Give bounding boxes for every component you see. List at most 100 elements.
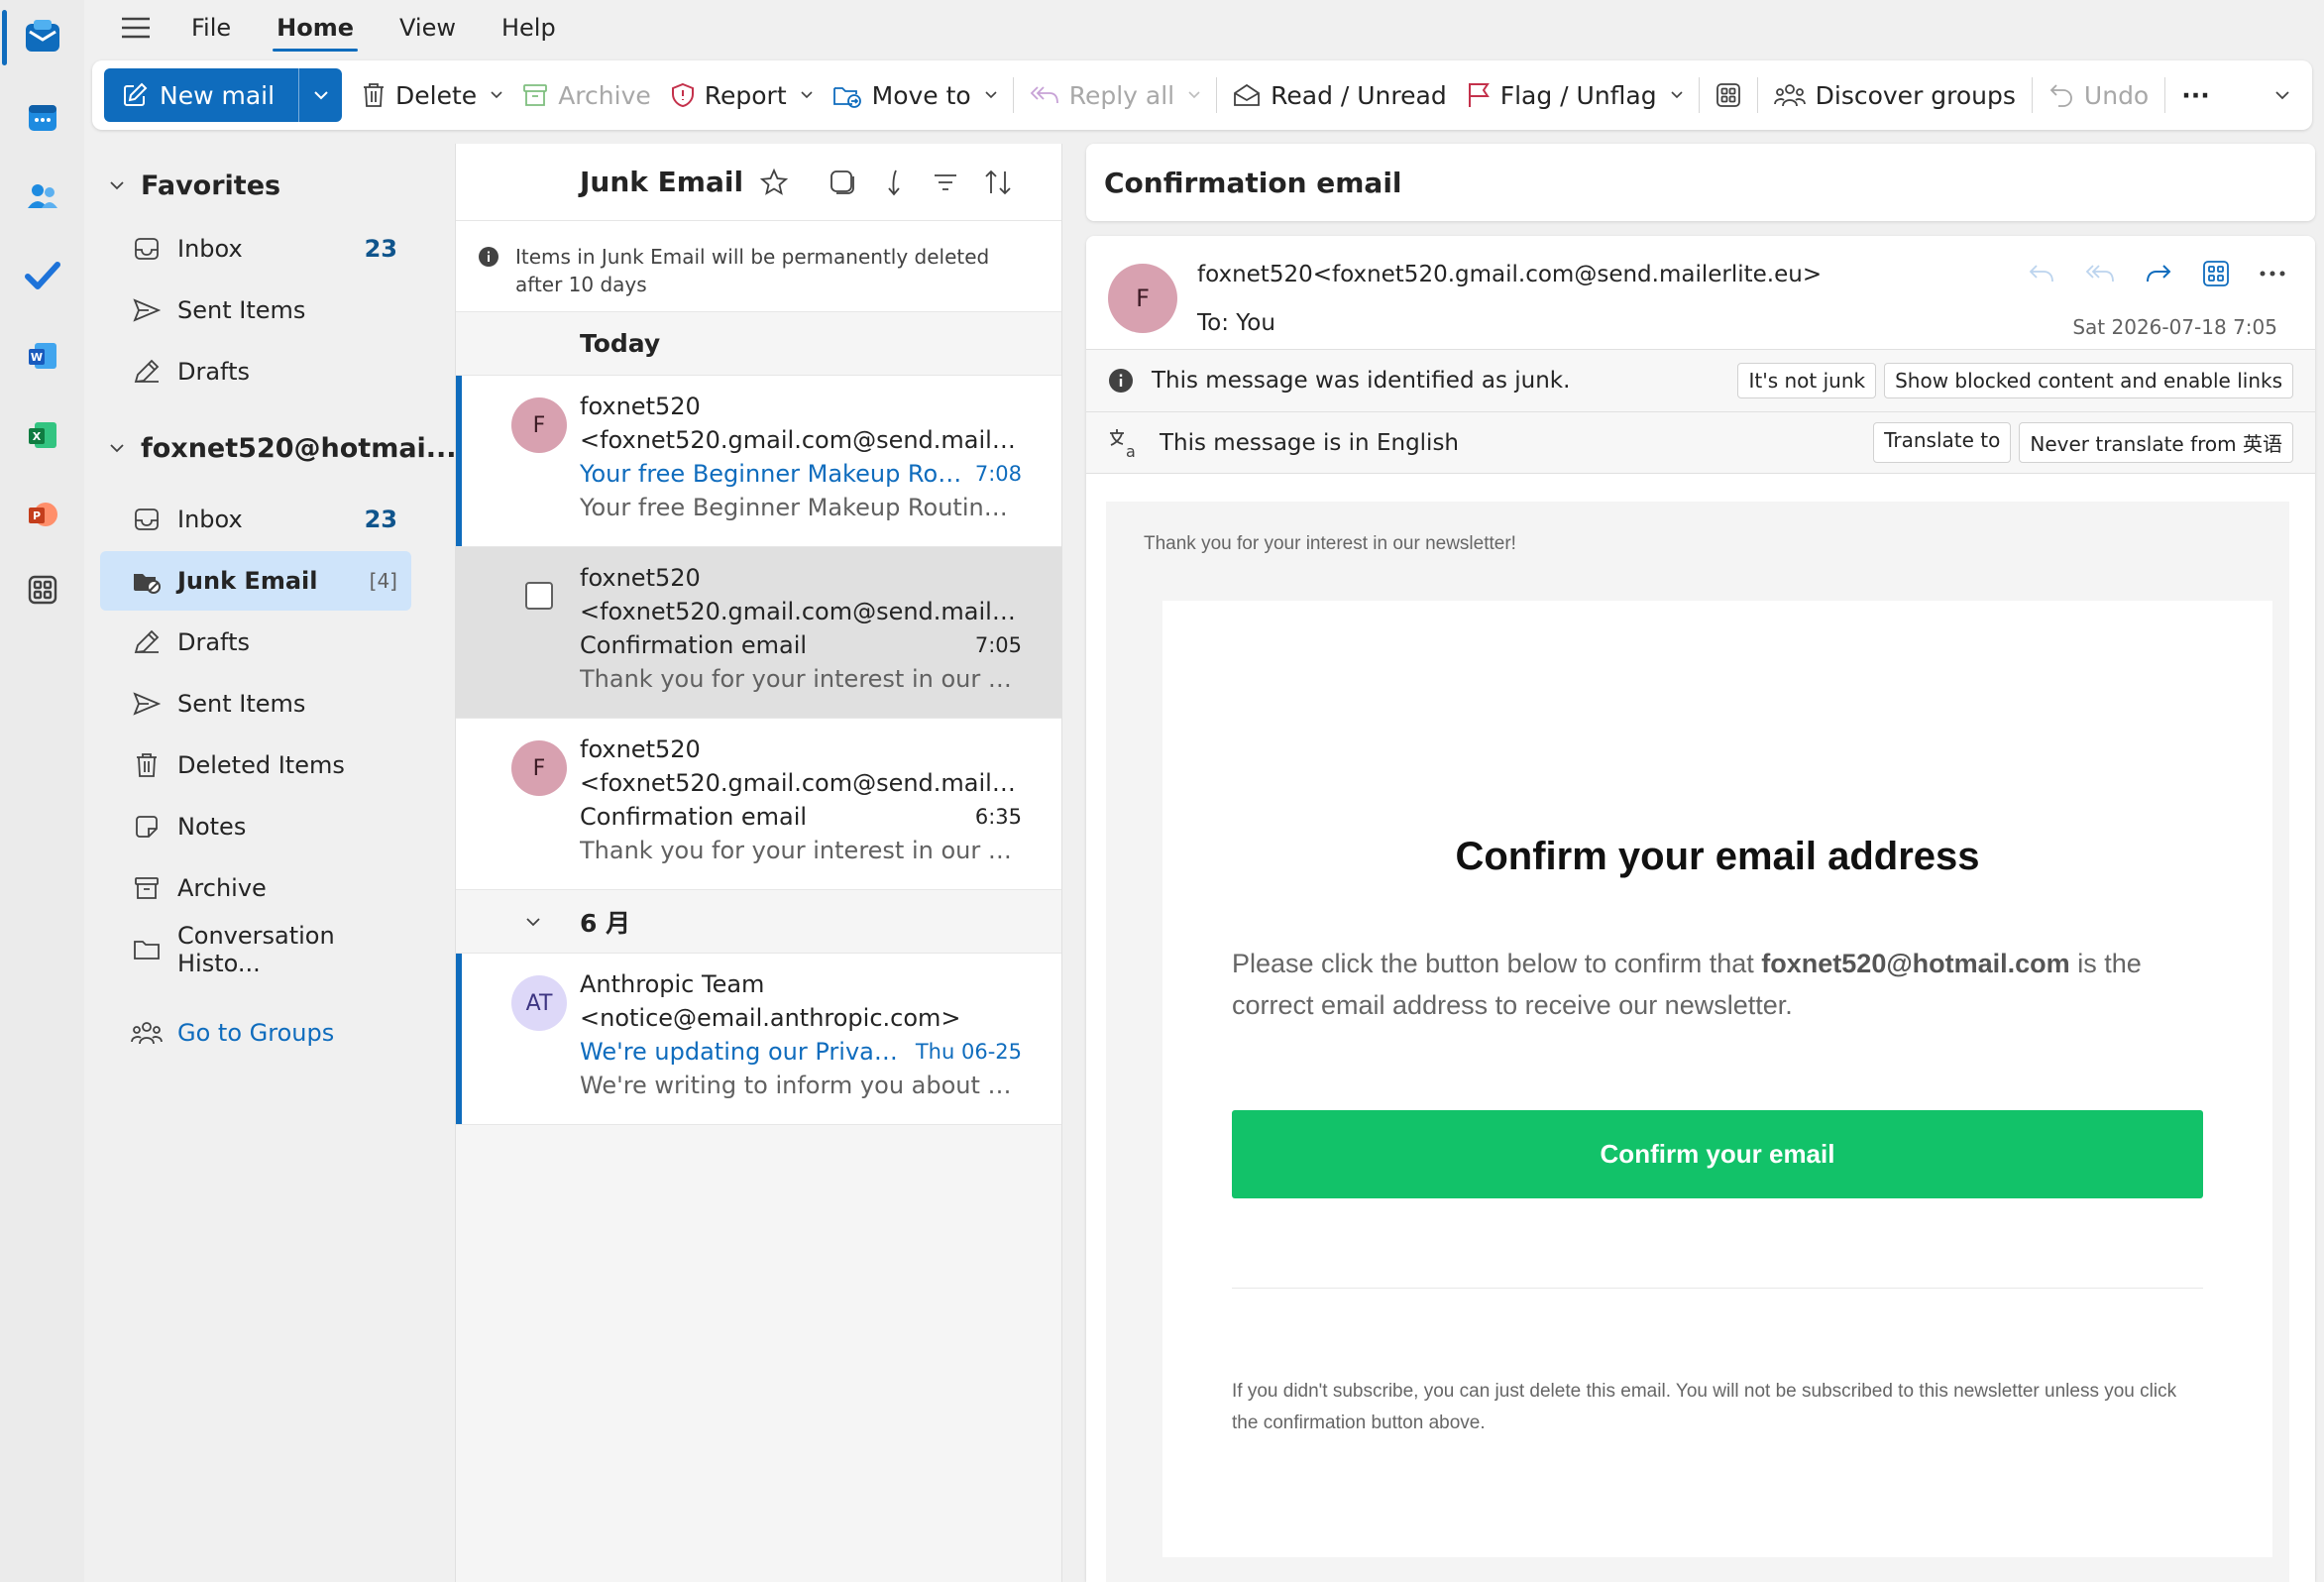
powerpoint-icon: P	[27, 499, 58, 530]
rail-powerpoint-button[interactable]: P	[8, 480, 77, 549]
discover-groups-button[interactable]: Discover groups	[1764, 68, 2026, 122]
menu-file[interactable]: File	[187, 4, 235, 52]
read-unread-label: Read / Unread	[1271, 80, 1447, 110]
rail-people-button[interactable]	[8, 162, 77, 231]
ribbon-separator	[2031, 77, 2033, 113]
message-checkbox[interactable]	[525, 582, 553, 610]
message-row[interactable]: AT Anthropic Team <notice@email.anthropi…	[456, 954, 1061, 1125]
drafts-icon	[130, 629, 164, 655]
message-row[interactable]: F foxnet520 <foxnet520.gmail.com@send.ma…	[456, 719, 1061, 890]
more-options-button[interactable]: ···	[2171, 68, 2220, 122]
reading-subject: Confirmation email	[1086, 144, 2315, 221]
apps-button[interactable]	[1706, 68, 1751, 122]
never-translate-button[interactable]: Never translate from 英语	[2019, 422, 2293, 463]
new-mail-dropdown[interactable]	[298, 68, 342, 122]
message-row[interactable]: foxnet520 <foxnet520.gmail.com@send.mail…	[456, 547, 1061, 719]
trash-icon	[130, 752, 164, 778]
chevron-down-icon	[1671, 91, 1683, 99]
rail-word-button[interactable]: W	[8, 321, 77, 391]
ribbon-separator	[1012, 77, 1014, 113]
calendar-icon	[27, 101, 58, 133]
hamburger-button[interactable]	[84, 0, 187, 56]
message-time: 6:35	[974, 805, 1022, 829]
people-icon	[26, 180, 59, 212]
account-deleted-items[interactable]: Deleted Items	[100, 735, 411, 795]
message-actions	[2028, 260, 2285, 287]
translate-banner: a This message is in English Translate t…	[1086, 411, 2315, 474]
reply-icon[interactable]	[2028, 263, 2055, 284]
menu-help[interactable]: Help	[498, 4, 560, 52]
select-mode-icon[interactable]	[829, 168, 856, 197]
groups-icon	[1773, 82, 1806, 108]
svg-text:a: a	[1126, 442, 1136, 459]
menu-home[interactable]: Home	[273, 4, 358, 52]
go-to-groups-link[interactable]: Go to Groups	[100, 1003, 411, 1063]
favorites-drafts[interactable]: Drafts	[100, 342, 411, 401]
rail-more-apps-button[interactable]	[8, 555, 77, 624]
rail-mail-button[interactable]	[8, 2, 77, 71]
rail-excel-button[interactable]: X	[8, 400, 77, 470]
favorites-sent-items[interactable]: Sent Items	[100, 281, 411, 340]
forward-icon[interactable]	[2145, 263, 2172, 284]
account-drafts[interactable]: Drafts	[100, 613, 411, 672]
account-conversation-history[interactable]: Conversation Histo...	[100, 920, 411, 979]
group-header-june[interactable]: 6 月	[456, 890, 1061, 954]
more-icon[interactable]	[2260, 271, 2285, 277]
archive-button[interactable]: Archive	[512, 68, 661, 122]
flag-unflag-button[interactable]: Flag / Unflag	[1457, 68, 1693, 122]
favorites-header[interactable]: Favorites	[109, 162, 280, 209]
sort-icon[interactable]	[983, 168, 1013, 197]
translate-button[interactable]: Translate to	[1873, 422, 2012, 463]
svg-text:W: W	[31, 351, 43, 364]
delete-label: Delete	[395, 80, 478, 110]
folder-label: Drafts	[177, 628, 250, 656]
menu-view[interactable]: View	[395, 4, 460, 52]
account-sent-items[interactable]: Sent Items	[100, 674, 411, 734]
account-junk-email[interactable]: Junk Email [4]	[100, 551, 411, 611]
message-sender: foxnet520	[580, 735, 701, 763]
message-list-header: Junk Email	[456, 144, 1061, 221]
chevron-down-icon	[801, 91, 813, 99]
message-row[interactable]: F foxnet520 <foxnet520.gmail.com@send.ma…	[456, 376, 1061, 547]
favorites-label: Favorites	[141, 170, 281, 201]
reply-all-button[interactable]: Reply all	[1020, 68, 1210, 122]
account-archive[interactable]: Archive	[100, 858, 411, 918]
junk-banner-text: This message was identified as junk.	[1152, 368, 1571, 394]
read-unread-button[interactable]: Read / Unread	[1223, 68, 1457, 122]
new-mail-button[interactable]: New mail	[104, 68, 298, 122]
note-icon	[130, 815, 164, 839]
ribbon-separator	[2164, 77, 2166, 113]
message-subject: We're updating our Privac...	[580, 1038, 906, 1066]
jump-to-icon[interactable]	[880, 168, 908, 197]
favorite-star-icon[interactable]	[759, 168, 789, 197]
svg-text:X: X	[33, 430, 42, 443]
delete-button[interactable]: Delete	[352, 68, 512, 122]
confirm-email-button[interactable]: Confirm your email	[1232, 1110, 2203, 1198]
account-header[interactable]: foxnet520@hotmai...	[109, 424, 457, 472]
favorites-inbox[interactable]: Inbox 23	[100, 219, 411, 279]
chevron-down-icon	[109, 443, 125, 453]
folder-label: Sent Items	[177, 690, 306, 718]
chevron-down-icon	[2274, 90, 2290, 100]
rail-calendar-button[interactable]	[8, 82, 77, 152]
account-label: foxnet520@hotmai...	[141, 432, 457, 464]
account-inbox[interactable]: Inbox 23	[100, 490, 411, 549]
show-blocked-content-button[interactable]: Show blocked content and enable links	[1884, 363, 2293, 398]
language-name: English	[1376, 429, 1460, 456]
message-time: Thu 06-25	[915, 1040, 1022, 1064]
account-notes[interactable]: Notes	[100, 797, 411, 856]
rail-todo-button[interactable]	[8, 241, 77, 310]
hamburger-icon	[121, 17, 151, 39]
undo-button[interactable]: Undo	[2039, 68, 2158, 122]
sender-address[interactable]: foxnet520<foxnet520.gmail.com@send.maile…	[1197, 262, 1822, 287]
report-button[interactable]: Report	[661, 68, 823, 122]
reply-all-icon[interactable]	[2085, 263, 2115, 284]
ribbon-expand-button[interactable]	[2265, 68, 2300, 122]
move-to-button[interactable]: Move to	[823, 68, 1007, 122]
word-icon: W	[27, 340, 58, 372]
apps-grid-icon[interactable]	[2202, 260, 2230, 287]
avatar: F	[511, 397, 567, 453]
filter-icon[interactable]	[932, 168, 959, 197]
message-sender: Anthropic Team	[580, 970, 765, 998]
not-junk-button[interactable]: It's not junk	[1737, 363, 1877, 398]
